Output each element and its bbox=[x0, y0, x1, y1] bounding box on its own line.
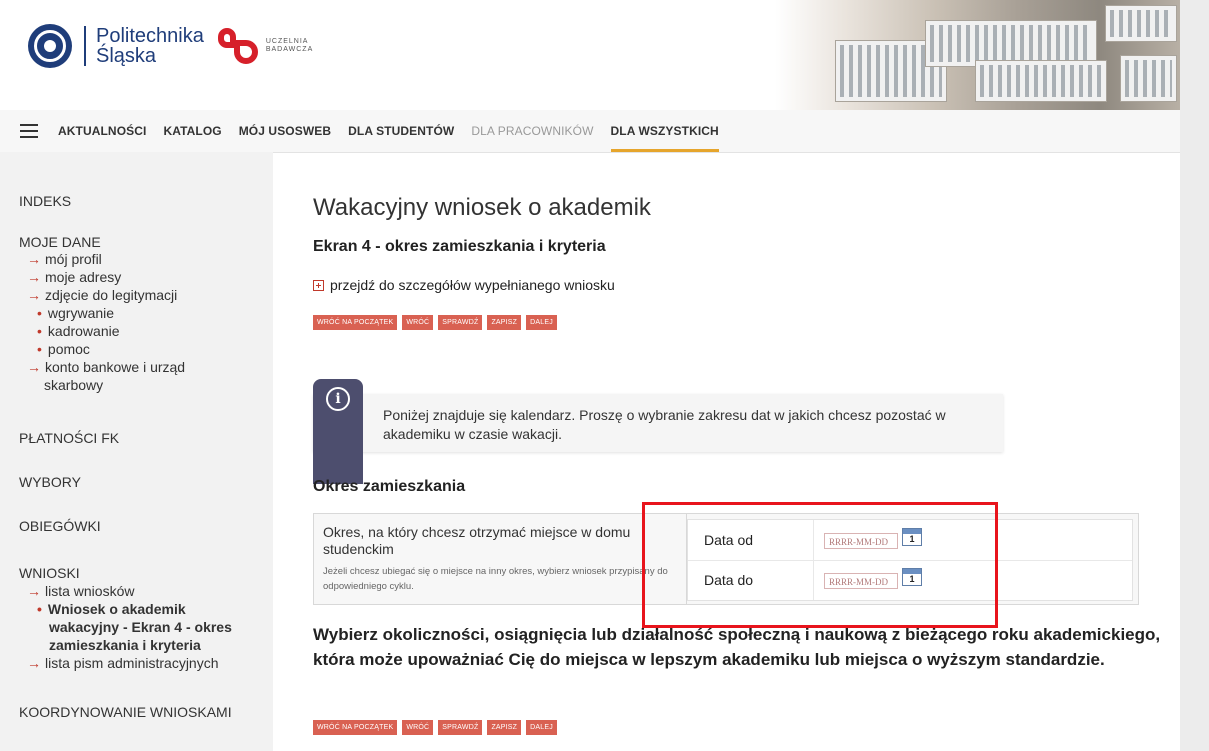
uczelnia-line-2: BADAWCZA bbox=[265, 46, 314, 53]
scrollbar-track[interactable] bbox=[1180, 0, 1209, 751]
research-university-text: UCZELNIA BADAWCZA bbox=[266, 38, 313, 54]
info-icon: i bbox=[326, 387, 350, 411]
sidebar-item-konto-bankowe-cont[interactable]: skarbowy bbox=[44, 376, 103, 394]
info-text: Poniżej znajduje się kalendarz. Proszę o… bbox=[383, 407, 946, 442]
info-tab: i bbox=[313, 379, 363, 484]
sidebar-item-wniosek-akademik-cont1[interactable]: wakacyjny - Ekran 4 - okres bbox=[49, 618, 232, 636]
arrow-icon: → bbox=[27, 287, 41, 303]
sidebar-item-label: konto bankowe i urząd bbox=[45, 359, 186, 375]
arrow-icon: → bbox=[27, 655, 41, 671]
logo-line-1: Politechnika bbox=[96, 25, 204, 47]
arrow-icon: → bbox=[27, 359, 41, 375]
start-button[interactable]: WRÓĆ NA POCZĄTEK bbox=[313, 720, 398, 735]
nav-katalog[interactable]: KATALOG bbox=[163, 110, 221, 152]
sidebar-item-zdjecie[interactable]: → zdjęcie do legitymacji bbox=[27, 286, 177, 304]
sidebar-item-label: kadrowanie bbox=[47, 323, 120, 339]
sidebar-item-label: mój profil bbox=[45, 251, 102, 267]
sidebar-item-pomoc[interactable]: • pomoc bbox=[37, 340, 90, 358]
okres-note: Jeżeli chcesz ubiegać się o miejsce na i… bbox=[323, 566, 668, 592]
bullet-icon: • bbox=[37, 341, 42, 357]
research-university-mark-icon bbox=[216, 26, 260, 66]
logo-line-2: Śląska bbox=[96, 45, 157, 67]
next-button[interactable]: DALEJ bbox=[526, 720, 557, 735]
campus-banner-image bbox=[775, 0, 1180, 110]
highlight-box bbox=[642, 502, 998, 628]
nav-aktualnosci[interactable]: AKTUALNOŚCI bbox=[58, 110, 146, 152]
nav-dla-wszystkich[interactable]: DLA WSZYSTKICH bbox=[610, 110, 719, 152]
header: Politechnika Śląska UCZELNIA BADAWCZA bbox=[0, 0, 1180, 110]
sidebar-item-konto-bankowe[interactable]: → konto bankowe i urząd bbox=[27, 358, 185, 376]
save-button[interactable]: ZAPISZ bbox=[487, 720, 522, 735]
sidebar-item-lista-pism[interactable]: → lista pism administracyjnych bbox=[27, 654, 219, 672]
page-subtitle: Ekran 4 - okres zamieszkania i kryteria bbox=[313, 238, 606, 255]
sidebar-item-moje-adresy[interactable]: → moje adresy bbox=[27, 268, 121, 286]
hamburger-menu-icon[interactable] bbox=[20, 124, 38, 138]
sidebar-item-label: wgrywanie bbox=[47, 305, 115, 321]
sidebar-item-lista-wnioskow[interactable]: → lista wniosków bbox=[27, 582, 134, 600]
start-button[interactable]: WRÓĆ NA POCZĄTEK bbox=[313, 315, 398, 330]
sidebar-wybory[interactable]: WYBORY bbox=[19, 474, 81, 490]
sidebar-item-wniosek-akademik-cont2[interactable]: zamieszkania i kryteria bbox=[49, 636, 201, 654]
okres-question-cell: Okres, na który chcesz otrzymać miejsce … bbox=[314, 514, 687, 604]
sidebar-wnioski[interactable]: WNIOSKI bbox=[19, 565, 80, 581]
sidebar-item-label: moje adresy bbox=[45, 269, 122, 285]
nav-dla-pracownikow[interactable]: DLA PRACOWNIKÓW bbox=[471, 110, 593, 152]
okres-section-title: Okres zamieszkania bbox=[313, 478, 466, 495]
arrow-icon: → bbox=[27, 269, 41, 285]
nav-moj-usosweb[interactable]: MÓJ USOSWEB bbox=[239, 110, 331, 152]
main-navigation: AKTUALNOŚCI KATALOG MÓJ USOSWEB DLA STUD… bbox=[0, 110, 1180, 153]
back-button[interactable]: WRÓĆ bbox=[402, 315, 434, 330]
okres-question: Okres, na który chcesz otrzymać miejsce … bbox=[323, 524, 631, 557]
university-seal-icon bbox=[28, 24, 72, 68]
arrow-icon: → bbox=[27, 583, 41, 599]
bullet-icon: • bbox=[37, 305, 42, 321]
logo-text: Politechnika Śląska bbox=[84, 26, 204, 66]
sidebar-indeks[interactable]: INDEKS bbox=[19, 193, 71, 209]
sidebar: INDEKS MOJE DANE → mój profil → moje adres… bbox=[0, 152, 273, 751]
nav-dla-studentow[interactable]: DLA STUDENTÓW bbox=[348, 110, 454, 152]
sidebar-platnosci[interactable]: PŁATNOŚCI FK bbox=[19, 430, 119, 446]
details-link[interactable]: przejdź do szczegółów wypełnianego wnios… bbox=[313, 277, 615, 293]
page-title: Wakacyjny wniosek o akademik bbox=[313, 194, 651, 221]
sidebar-item-label: pomoc bbox=[47, 341, 90, 357]
details-link-text: przejdź do szczegółów wypełnianego wnios… bbox=[330, 277, 615, 293]
sidebar-item-moj-profil[interactable]: → mój profil bbox=[27, 250, 102, 268]
action-buttons-top: WRÓĆ NA POCZĄTEK WRÓĆ SPRAWDŹ ZAPISZ DAL… bbox=[313, 315, 562, 330]
check-button[interactable]: SPRAWDŹ bbox=[438, 315, 483, 330]
info-box: Poniżej znajduje się kalendarz. Proszę o… bbox=[313, 394, 1003, 452]
criteria-heading: Wybierz okoliczności, osiągnięcia lub dz… bbox=[313, 625, 1161, 669]
sidebar-item-wgrywanie[interactable]: • wgrywanie bbox=[37, 304, 114, 322]
arrow-icon: → bbox=[27, 251, 41, 267]
main-content: Wakacyjny wniosek o akademik Ekran 4 - o… bbox=[273, 152, 1180, 751]
sidebar-item-label: Wniosek o akademik bbox=[47, 601, 186, 617]
action-buttons-bottom: WRÓĆ NA POCZĄTEK WRÓĆ SPRAWDŹ ZAPISZ DAL… bbox=[313, 720, 562, 735]
sidebar-obiegowki[interactable]: OBIEGÓWKI bbox=[19, 518, 101, 534]
sidebar-item-label: lista wniosków bbox=[45, 583, 135, 599]
expand-plus-icon bbox=[313, 279, 324, 291]
uczelnia-line-1: UCZELNIA bbox=[265, 38, 309, 45]
bullet-icon: • bbox=[37, 323, 42, 339]
check-button[interactable]: SPRAWDŹ bbox=[438, 720, 483, 735]
university-logo[interactable]: Politechnika Śląska UCZELNIA BADAWCZA bbox=[28, 24, 313, 68]
bullet-icon: • bbox=[37, 601, 42, 617]
next-button[interactable]: DALEJ bbox=[526, 315, 557, 330]
save-button[interactable]: ZAPISZ bbox=[487, 315, 522, 330]
sidebar-item-kadrowanie[interactable]: • kadrowanie bbox=[37, 322, 120, 340]
sidebar-item-wniosek-akademik[interactable]: • Wniosek o akademik bbox=[37, 600, 186, 618]
back-button[interactable]: WRÓĆ bbox=[402, 720, 434, 735]
sidebar-moje-dane[interactable]: MOJE DANE bbox=[19, 234, 101, 250]
sidebar-item-label: lista pism administracyjnych bbox=[45, 655, 219, 671]
sidebar-koordynowanie[interactable]: KOORDYNOWANIE WNIOSKAMI bbox=[19, 704, 232, 720]
sidebar-item-label: zdjęcie do legitymacji bbox=[45, 287, 178, 303]
